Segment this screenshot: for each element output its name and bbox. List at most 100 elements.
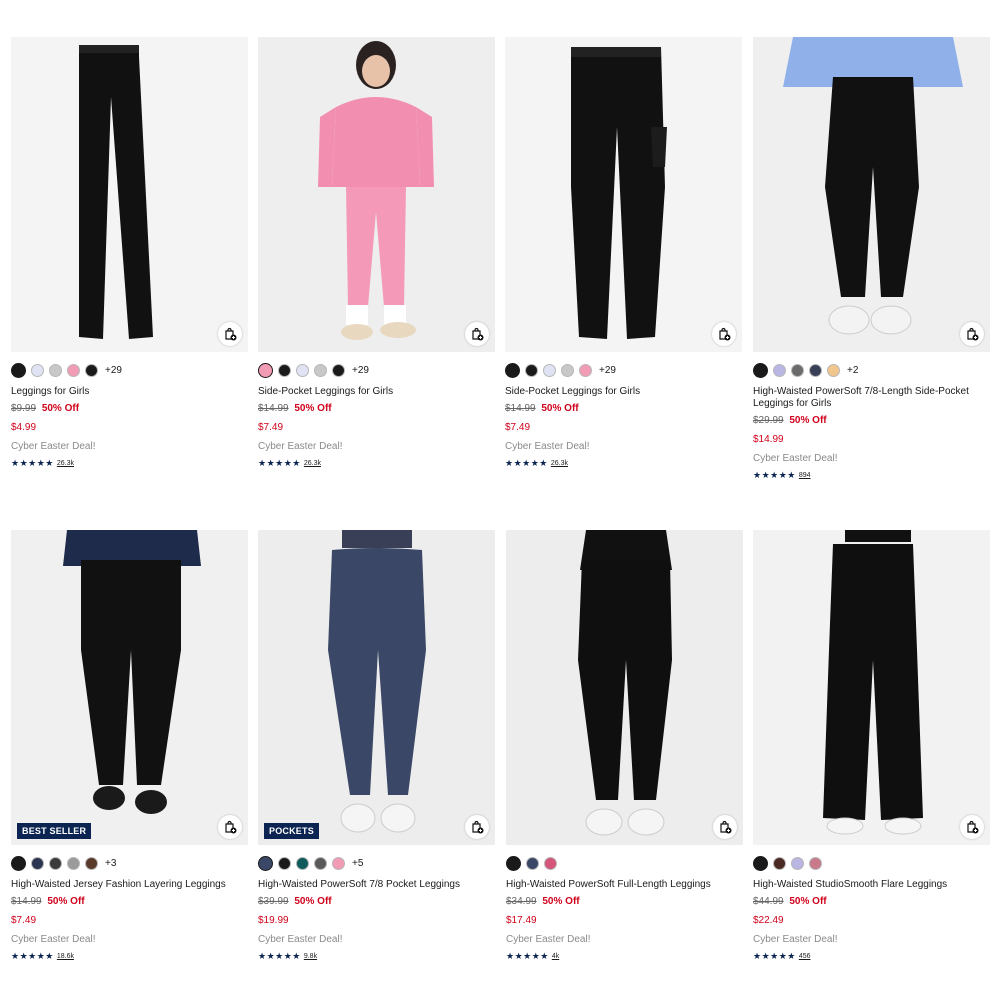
add-to-bag-button[interactable] [465,815,489,839]
color-swatch[interactable] [278,856,291,870]
color-swatch[interactable] [278,363,291,377]
color-swatch[interactable] [258,362,273,378]
color-swatch[interactable] [773,363,786,377]
color-swatch[interactable] [314,856,327,870]
product-title[interactable]: High-Waisted PowerSoft 7/8-Length Side-P… [753,386,990,410]
product-image[interactable]: POCKETS [258,530,495,845]
color-swatch[interactable] [11,362,26,378]
product-image[interactable] [753,530,990,845]
color-swatch[interactable] [296,363,309,377]
add-to-bag-button[interactable] [465,322,489,346]
color-swatch[interactable] [525,363,538,377]
product-card[interactable]: +29 Side-Pocket Leggings for Girls $14.9… [505,37,742,469]
review-count-link[interactable]: 4k [552,953,559,960]
more-colors-link[interactable]: +5 [352,858,363,869]
color-swatches: +2 [753,362,990,378]
product-card[interactable]: High-Waisted PowerSoft Full-Length Leggi… [506,530,743,962]
review-count-link[interactable]: 18.6k [57,953,74,960]
color-swatch[interactable] [332,856,345,870]
color-swatch[interactable] [579,363,592,377]
product-image[interactable] [505,37,742,352]
color-swatch[interactable] [543,363,556,377]
product-card[interactable]: High-Waisted StudioSmooth Flare Leggings… [753,530,990,962]
pockets-badge: POCKETS [264,823,319,839]
more-colors-link[interactable]: +2 [847,365,858,376]
color-swatch[interactable] [85,856,98,870]
product-image[interactable] [11,37,248,352]
color-swatch[interactable] [791,363,804,377]
product-image[interactable] [506,530,743,845]
add-to-bag-button[interactable] [218,815,242,839]
original-price: $34.99 [506,896,537,907]
color-swatch[interactable] [506,855,521,871]
add-to-bag-button[interactable] [218,322,242,346]
more-colors-link[interactable]: +29 [352,365,369,376]
review-count-link[interactable]: 26.3k [57,460,74,467]
product-image[interactable] [258,37,495,352]
promo-text: Cyber Easter Deal! [505,441,590,452]
more-colors-link[interactable]: +3 [105,858,116,869]
color-swatch[interactable] [67,363,80,377]
color-swatch[interactable] [753,855,768,871]
color-swatch[interactable] [809,856,822,870]
product-image[interactable]: BEST SELLER [11,530,248,845]
color-swatch[interactable] [526,856,539,870]
color-swatch[interactable] [258,855,273,871]
color-swatch[interactable] [753,362,768,378]
price-row: $9.99 50% Off [11,403,248,415]
product-card[interactable]: +29 Leggings for Girls $9.99 50% Off $4.… [11,37,248,469]
product-title[interactable]: Side-Pocket Leggings for Girls [505,386,742,398]
star-icon: ★★★★★ [506,951,549,961]
star-icon: ★★★★★ [753,951,796,961]
product-card[interactable]: POCKETS +5 High-Waisted PowerSoft 7/8 Po… [258,530,495,962]
original-price: $29.99 [753,415,784,426]
product-title[interactable]: High-Waisted Jersey Fashion Layering Leg… [11,879,248,891]
color-swatch[interactable] [773,856,786,870]
color-swatch[interactable] [31,856,44,870]
price-row: $14.99 50% Off [258,403,495,415]
color-swatch[interactable] [49,363,62,377]
color-swatch[interactable] [809,363,822,377]
product-title[interactable]: High-Waisted PowerSoft 7/8 Pocket Leggin… [258,879,495,891]
color-swatch[interactable] [791,856,804,870]
shopping-bag-plus-icon [225,820,237,834]
color-swatch[interactable] [296,856,309,870]
product-image[interactable] [753,37,990,352]
color-swatch[interactable] [505,362,520,378]
more-colors-link[interactable]: +29 [105,365,122,376]
review-count-link[interactable]: 9.8k [304,953,317,960]
product-card[interactable]: +2 High-Waisted PowerSoft 7/8-Length Sid… [753,37,990,481]
product-title[interactable]: Leggings for Girls [11,386,248,398]
product-title[interactable]: High-Waisted StudioSmooth Flare Leggings [753,879,990,891]
color-swatch[interactable] [332,363,345,377]
review-count-link[interactable]: 26.3k [551,460,568,467]
add-to-bag-button[interactable] [960,322,984,346]
promo-text: Cyber Easter Deal! [258,441,343,452]
review-count-link[interactable]: 26.3k [304,460,321,467]
shopping-bag-plus-icon [967,327,979,341]
promo-text: Cyber Easter Deal! [753,453,838,464]
color-swatch[interactable] [544,856,557,870]
sale-price: $17.49 [506,915,537,926]
color-swatch[interactable] [85,363,98,377]
review-count-link[interactable]: 456 [799,953,811,960]
product-title[interactable]: High-Waisted PowerSoft Full-Length Leggi… [506,879,743,891]
color-swatch[interactable] [314,363,327,377]
discount-label: 50% Off [294,896,332,907]
color-swatch[interactable] [31,363,44,377]
product-card[interactable]: BEST SELLER +3 High-Waisted Jersey Fashi… [11,530,248,962]
color-swatch[interactable] [561,363,574,377]
more-colors-link[interactable]: +29 [599,365,616,376]
review-count-link[interactable]: 894 [799,472,811,479]
add-to-bag-button[interactable] [713,815,737,839]
color-swatch[interactable] [11,855,26,871]
color-swatch[interactable] [827,363,840,377]
product-title[interactable]: Side-Pocket Leggings for Girls [258,386,495,398]
add-to-bag-button[interactable] [960,815,984,839]
add-to-bag-button[interactable] [712,322,736,346]
color-swatch[interactable] [67,856,80,870]
star-icon: ★★★★★ [258,458,301,468]
color-swatch[interactable] [49,856,62,870]
product-card[interactable]: +29 Side-Pocket Leggings for Girls $14.9… [258,37,495,469]
star-icon: ★★★★★ [258,951,301,961]
